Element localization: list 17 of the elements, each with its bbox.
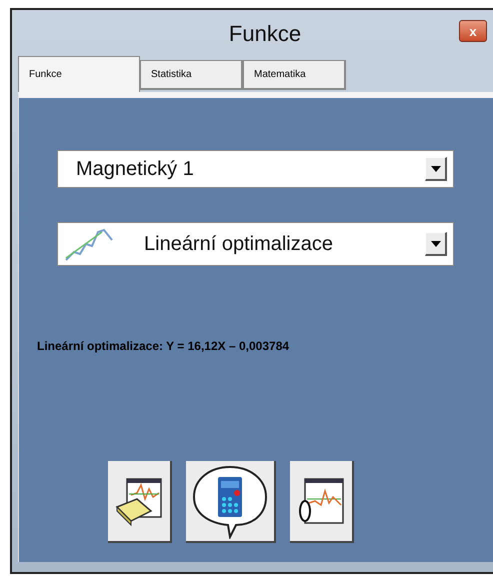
window-title: Funkce bbox=[228, 20, 302, 48]
zoom-button[interactable] bbox=[290, 461, 354, 543]
erase-button[interactable] bbox=[108, 461, 172, 543]
sensor-select[interactable]: Magnetický 1 bbox=[57, 150, 454, 188]
function-select[interactable]: Lineární optimalizace bbox=[57, 222, 454, 266]
tab[interactable]: Funkce bbox=[18, 56, 140, 92]
calculate-button[interactable] bbox=[186, 461, 276, 543]
dropdown-button[interactable] bbox=[425, 157, 447, 181]
calculator-bubble-icon bbox=[190, 463, 270, 539]
result-text: Lineární optimalizace: Y = 16,12X – 0,003784 bbox=[37, 338, 290, 355]
select-value: Lineární optimalizace bbox=[144, 232, 334, 257]
select-value: Magnetický 1 bbox=[76, 157, 194, 182]
tab[interactable]: Statistika bbox=[140, 60, 243, 90]
dropdown-button[interactable] bbox=[425, 232, 447, 256]
tab[interactable]: Matematika bbox=[243, 60, 346, 90]
caret-icon bbox=[430, 240, 440, 246]
caret-icon bbox=[430, 166, 440, 172]
